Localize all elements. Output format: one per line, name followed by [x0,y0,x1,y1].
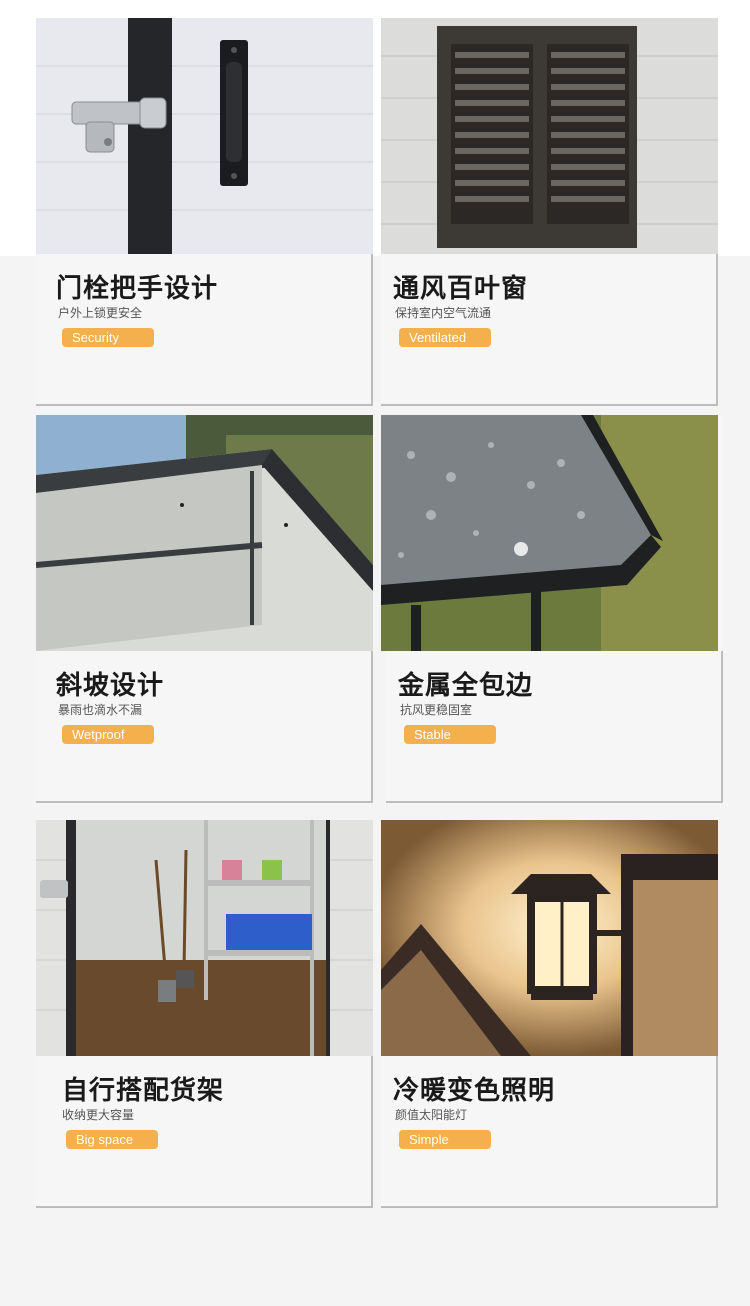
feature-subtitle: 收纳更大容量 [62,1108,135,1122]
feature-title: 自行搭配货架 [62,1076,225,1106]
feature-subtitle: 颜值太阳能灯 [395,1108,468,1122]
feature-tag: Stable [404,725,496,744]
feature-card-body: 门栓把手设计 户外上锁更安全 Security [36,254,373,406]
sloped-roof-photo [36,415,373,651]
feature-card-wetproof: 斜坡设计 暴雨也滴水不漏 Wetproof [36,415,373,803]
feature-tag: Simple [399,1130,491,1149]
feature-title: 门栓把手设计 [56,274,219,304]
feature-title: 斜坡设计 [56,671,165,701]
storage-shelf-photo [36,820,373,1056]
feature-subtitle: 保持室内空气流通 [395,306,492,320]
feature-card-ventilated: 通风百叶窗 保持室内空气流通 Ventilated [381,18,718,406]
feature-card-simple: 冷暖变色照明 颜值太阳能灯 Simple [381,820,718,1208]
feature-card-body: 斜坡设计 暴雨也滴水不漏 Wetproof [36,651,373,803]
feature-subtitle: 暴雨也滴水不漏 [58,703,143,717]
feature-card-body: 冷暖变色照明 颜值太阳能灯 Simple [381,1056,718,1208]
feature-tag: Wetproof [62,725,154,744]
feature-title: 冷暖变色照明 [393,1076,556,1106]
feature-tag: Big space [66,1130,158,1149]
feature-card-big-space: 自行搭配货架 收纳更大容量 Big space [36,820,373,1208]
feature-card-body: 通风百叶窗 保持室内空气流通 Ventilated [381,254,718,406]
feature-title: 金属全包边 [398,671,534,701]
feature-card-body: 自行搭配货架 收纳更大容量 Big space [36,1056,373,1208]
feature-subtitle: 抗风更稳固室 [400,703,473,717]
feature-card-stable: 金属全包边 抗风更稳固室 Stable [381,415,723,803]
metal-edge-photo [381,415,718,651]
feature-tag: Ventilated [399,328,491,347]
solar-lamp-photo [381,820,718,1056]
feature-card-body: 金属全包边 抗风更稳固室 Stable [386,651,723,803]
feature-card-security: 门栓把手设计 户外上锁更安全 Security [36,18,373,406]
feature-subtitle: 户外上锁更安全 [58,306,143,320]
feature-title: 通风百叶窗 [393,274,529,304]
feature-tag: Security [62,328,154,347]
louver-window-photo [381,18,718,254]
door-bolt-handle-photo [36,18,373,254]
